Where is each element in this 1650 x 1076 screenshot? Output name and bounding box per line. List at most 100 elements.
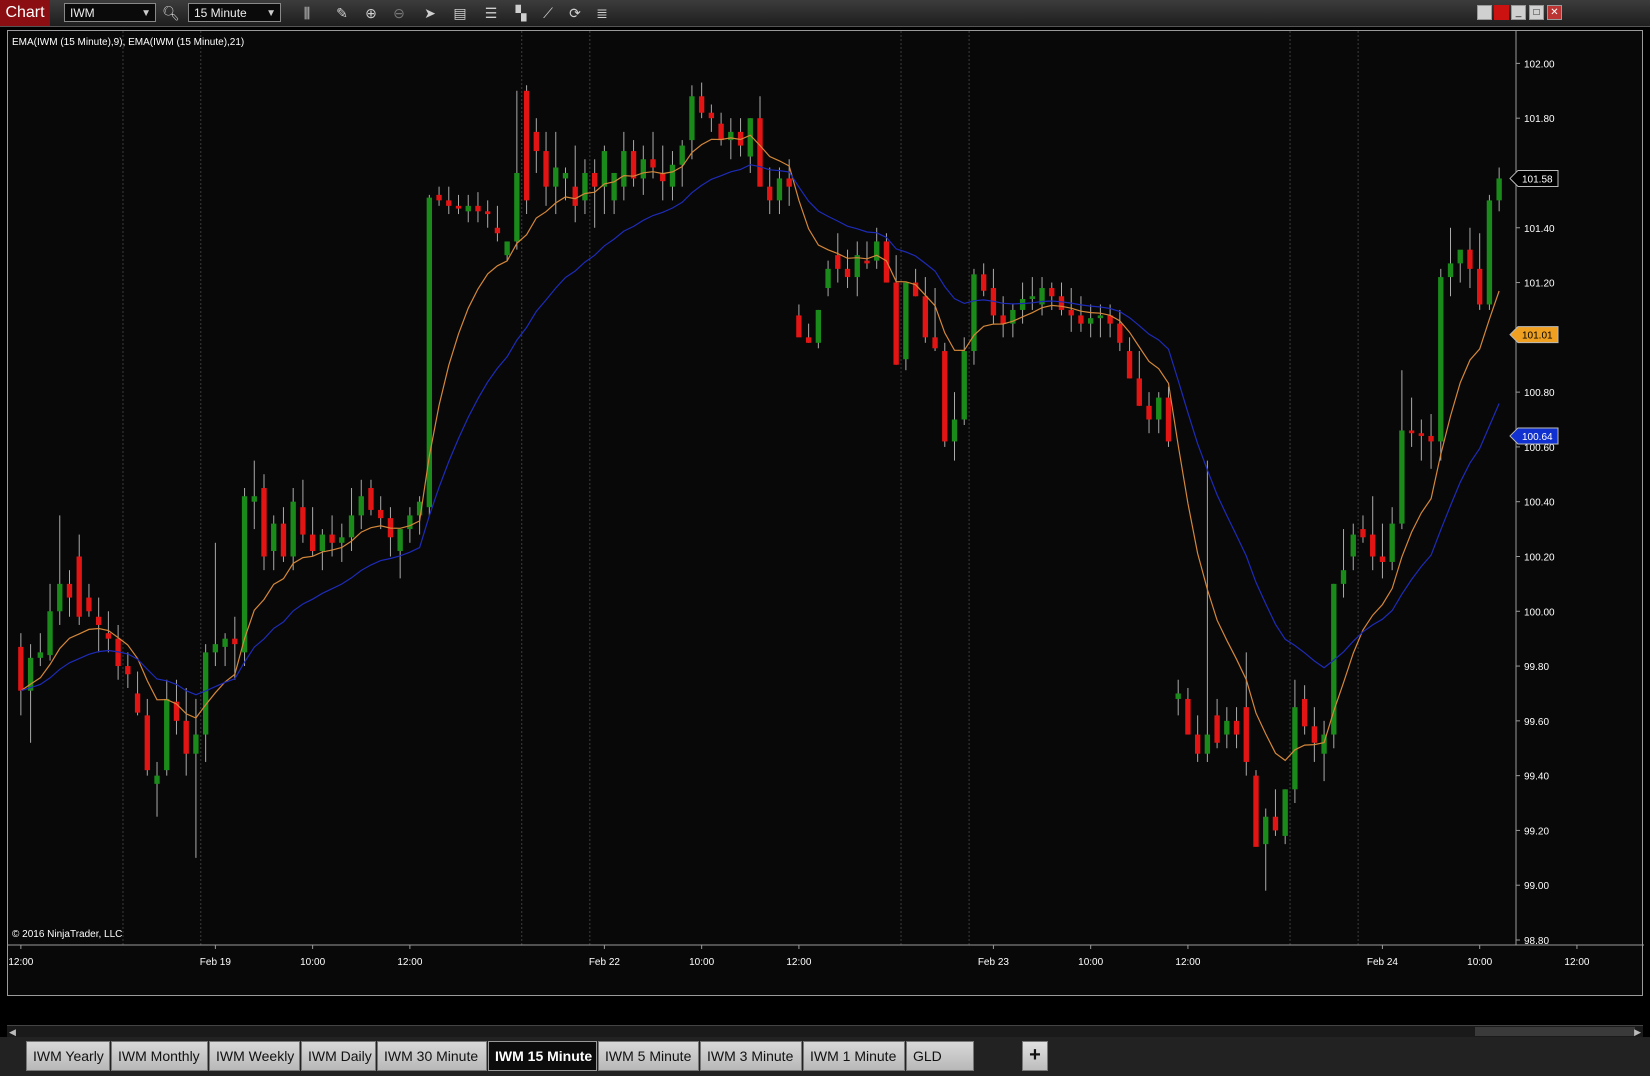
price-tick-label: 100.20 bbox=[1524, 552, 1555, 563]
close-button[interactable]: ✕ bbox=[1547, 5, 1562, 20]
candle-down bbox=[66, 583, 73, 598]
scroll-thumb[interactable] bbox=[1475, 1027, 1635, 1036]
candle-down bbox=[543, 151, 549, 187]
candle-up bbox=[1097, 315, 1104, 319]
time-tick-label: Feb 24 bbox=[1367, 957, 1399, 968]
candle-down bbox=[134, 693, 141, 713]
indicator-label: EMA(IWM (15 Minute),9), EMA(IWM (15 Minu… bbox=[12, 37, 244, 48]
candle-down bbox=[300, 507, 306, 535]
pencil-icon[interactable]: ✎ bbox=[333, 4, 351, 22]
refresh-icon[interactable]: ⟳ bbox=[566, 4, 584, 22]
candle-up bbox=[776, 178, 783, 201]
candle-up bbox=[1389, 523, 1395, 562]
candle-down bbox=[835, 255, 841, 269]
instrument-value: IWM bbox=[70, 6, 95, 20]
candle-down bbox=[494, 227, 501, 234]
candle-down bbox=[1194, 734, 1201, 754]
bar-type-icon[interactable]: ⫼ bbox=[298, 4, 316, 22]
zoom-in-icon[interactable]: ⊕ bbox=[362, 4, 380, 22]
app-label[interactable]: Chart bbox=[0, 0, 50, 26]
candle-down bbox=[1360, 529, 1366, 538]
chart-style-icon[interactable]: ☰ bbox=[482, 4, 500, 22]
candle-up bbox=[1486, 200, 1493, 305]
interval-value: 15 Minute bbox=[194, 6, 247, 20]
instrument-selector[interactable]: IWM ▼ bbox=[64, 3, 156, 22]
candle-up bbox=[601, 151, 608, 187]
chart-panel[interactable]: 98.80 99.00 99.20 99.40 99.60 99.80 100.00 100.… bbox=[7, 30, 1644, 997]
candlesticks bbox=[18, 82, 1502, 891]
candle-down bbox=[280, 523, 287, 557]
price-tick-label: 100.60 bbox=[1524, 443, 1555, 454]
time-tick-label: 10:00 bbox=[1467, 957, 1492, 968]
price-marker-label: 100.64 bbox=[1522, 432, 1553, 443]
candle-up bbox=[961, 351, 967, 420]
candle-down bbox=[523, 90, 530, 201]
candle-up bbox=[1204, 734, 1211, 754]
interval-selector[interactable]: 15 Minute ▼ bbox=[188, 3, 281, 22]
candle-down bbox=[981, 274, 987, 291]
price-tick-label: 101.80 bbox=[1524, 114, 1555, 125]
time-tick-label: Feb 23 bbox=[978, 957, 1010, 968]
candle-down bbox=[446, 200, 452, 206]
properties-icon[interactable]: ≣ bbox=[593, 4, 611, 22]
candle-down bbox=[1233, 720, 1240, 735]
tab-iwm-daily[interactable]: IWM Daily bbox=[301, 1041, 376, 1071]
candle-up bbox=[271, 523, 277, 552]
add-tab-button[interactable]: + bbox=[1022, 1041, 1048, 1071]
tab-iwm-3-minute[interactable]: IWM 3 Minute bbox=[700, 1041, 802, 1071]
candle-up bbox=[553, 167, 559, 187]
candle-down bbox=[630, 151, 637, 179]
candle-up bbox=[874, 241, 880, 261]
drawing-tools-icon[interactable]: ⟋ bbox=[539, 4, 557, 22]
candle-up bbox=[47, 611, 53, 656]
restore-icon[interactable] bbox=[1477, 5, 1492, 20]
candle-down bbox=[485, 211, 491, 215]
price-chart[interactable]: 98.80 99.00 99.20 99.40 99.60 99.80 100.00 100.… bbox=[8, 31, 1644, 997]
candle-up bbox=[426, 197, 433, 508]
candle-down bbox=[660, 172, 666, 182]
price-tick-label: 102.00 bbox=[1524, 59, 1555, 70]
candle-down bbox=[1165, 397, 1172, 442]
price-tick-label: 99.40 bbox=[1524, 772, 1549, 783]
price-tick-label: 99.20 bbox=[1524, 826, 1549, 837]
candle-up bbox=[640, 159, 646, 179]
time-tick-label: 10:00 bbox=[300, 957, 325, 968]
maximize-button[interactable]: □ bbox=[1529, 5, 1544, 20]
color-icon[interactable] bbox=[1494, 5, 1509, 20]
price-tick-label: 100.00 bbox=[1524, 607, 1555, 618]
tab-iwm-5-minute[interactable]: IWM 5 Minute bbox=[598, 1041, 699, 1071]
data-box-icon[interactable]: ▤ bbox=[451, 4, 469, 22]
arrange-icon[interactable]: ▚ bbox=[512, 4, 530, 22]
tab-iwm-1-minute[interactable]: IWM 1 Minute bbox=[803, 1041, 905, 1071]
candle-up bbox=[669, 164, 676, 187]
tab-iwm-monthly[interactable]: IWM Monthly bbox=[111, 1041, 208, 1071]
candle-down bbox=[261, 488, 267, 557]
candle-down bbox=[1000, 315, 1006, 324]
minimize-button[interactable]: _ bbox=[1511, 5, 1526, 20]
candle-down bbox=[1301, 698, 1308, 727]
zoom-out-icon[interactable]: ⊖ bbox=[390, 4, 408, 22]
candle-down bbox=[1117, 323, 1123, 343]
tab-iwm-30-minute[interactable]: IWM 30 Minute bbox=[377, 1041, 487, 1071]
candle-down bbox=[932, 337, 938, 349]
tab-iwm-weekly[interactable]: IWM Weekly bbox=[209, 1041, 300, 1071]
candle-down bbox=[1214, 715, 1220, 743]
tab-iwm-15-minute[interactable]: IWM 15 Minute bbox=[488, 1041, 597, 1071]
candle-down bbox=[786, 178, 792, 187]
tab-iwm-yearly[interactable]: IWM Yearly bbox=[26, 1041, 110, 1071]
price-tick-label: 100.80 bbox=[1524, 388, 1555, 399]
candle-up bbox=[154, 775, 160, 784]
candle-down bbox=[1428, 435, 1434, 442]
candle-up bbox=[251, 496, 257, 502]
tab-gld[interactable]: GLD bbox=[906, 1041, 974, 1071]
ema-fast-line bbox=[20, 134, 1500, 762]
candle-up bbox=[689, 96, 695, 141]
price-tick-label: 101.20 bbox=[1524, 279, 1555, 290]
search-icon[interactable]: 🔍︎ bbox=[162, 4, 180, 22]
candle-up bbox=[825, 268, 831, 289]
candle-up bbox=[1457, 249, 1463, 264]
ema-lines bbox=[20, 134, 1500, 762]
price-axis: 98.80 99.00 99.20 99.40 99.60 99.80 100.00 100.… bbox=[1516, 59, 1555, 947]
cursor-icon[interactable]: ➤ bbox=[421, 4, 439, 22]
candle-up bbox=[815, 309, 822, 343]
